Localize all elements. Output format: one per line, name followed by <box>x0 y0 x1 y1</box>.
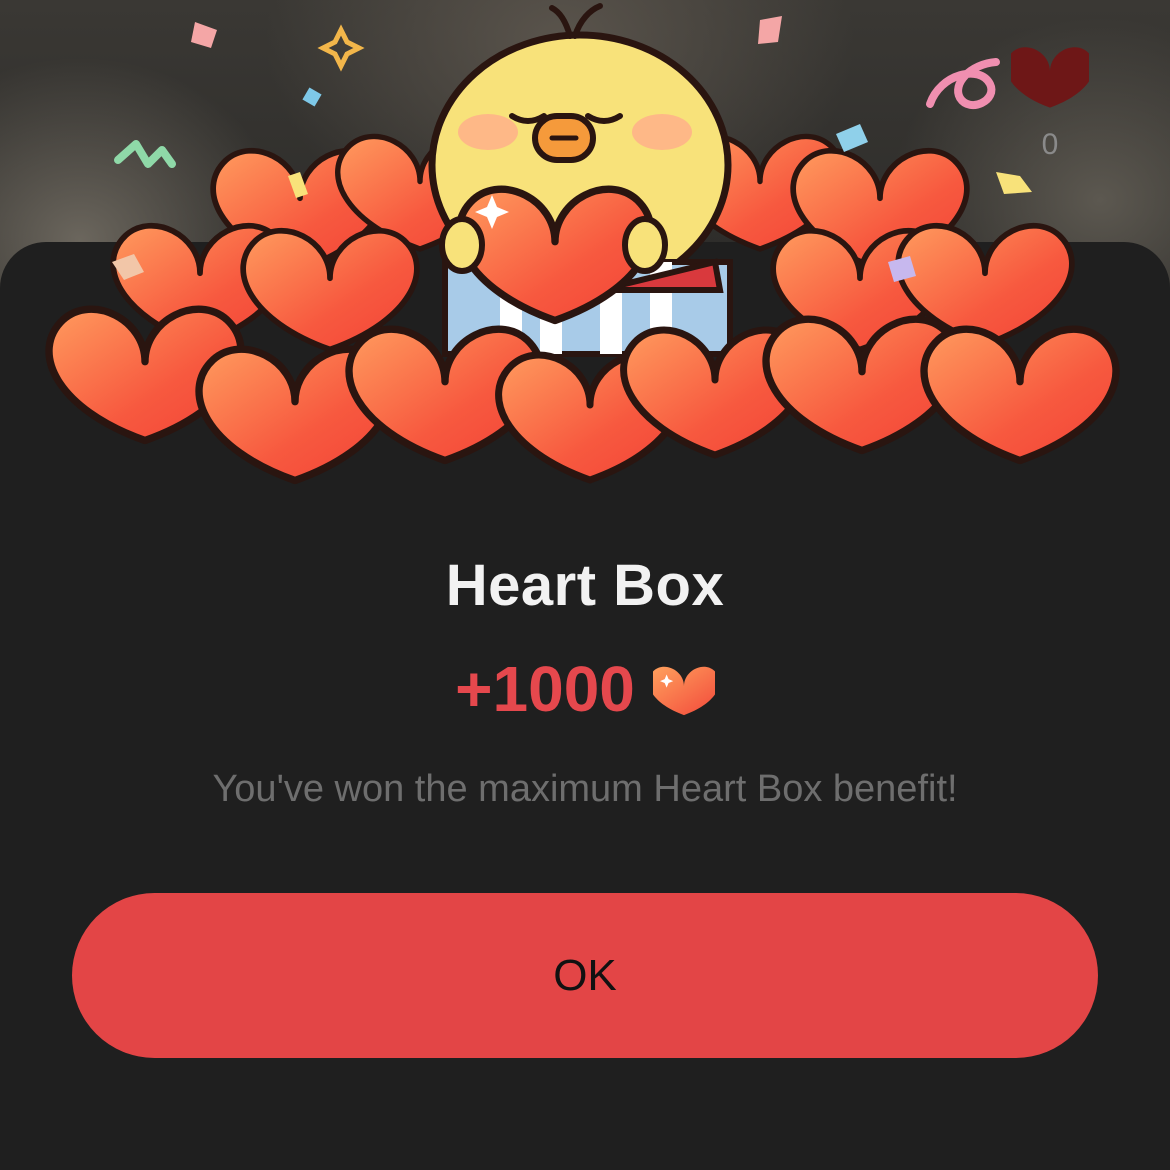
like-indicator[interactable]: 0 <box>1008 40 1092 162</box>
reward-row: +1000 <box>0 652 1170 726</box>
ok-button[interactable]: OK <box>72 893 1098 1058</box>
heart-box-illustration <box>0 3 1170 500</box>
heart-icon <box>652 666 715 716</box>
reward-amount: +1000 <box>455 653 635 725</box>
popup-title: Heart Box <box>445 553 725 618</box>
popup-message: You've won the maximum Heart Box benefit… <box>212 768 958 810</box>
heart-icon <box>1011 47 1089 108</box>
like-count: 0 <box>1041 128 1059 161</box>
